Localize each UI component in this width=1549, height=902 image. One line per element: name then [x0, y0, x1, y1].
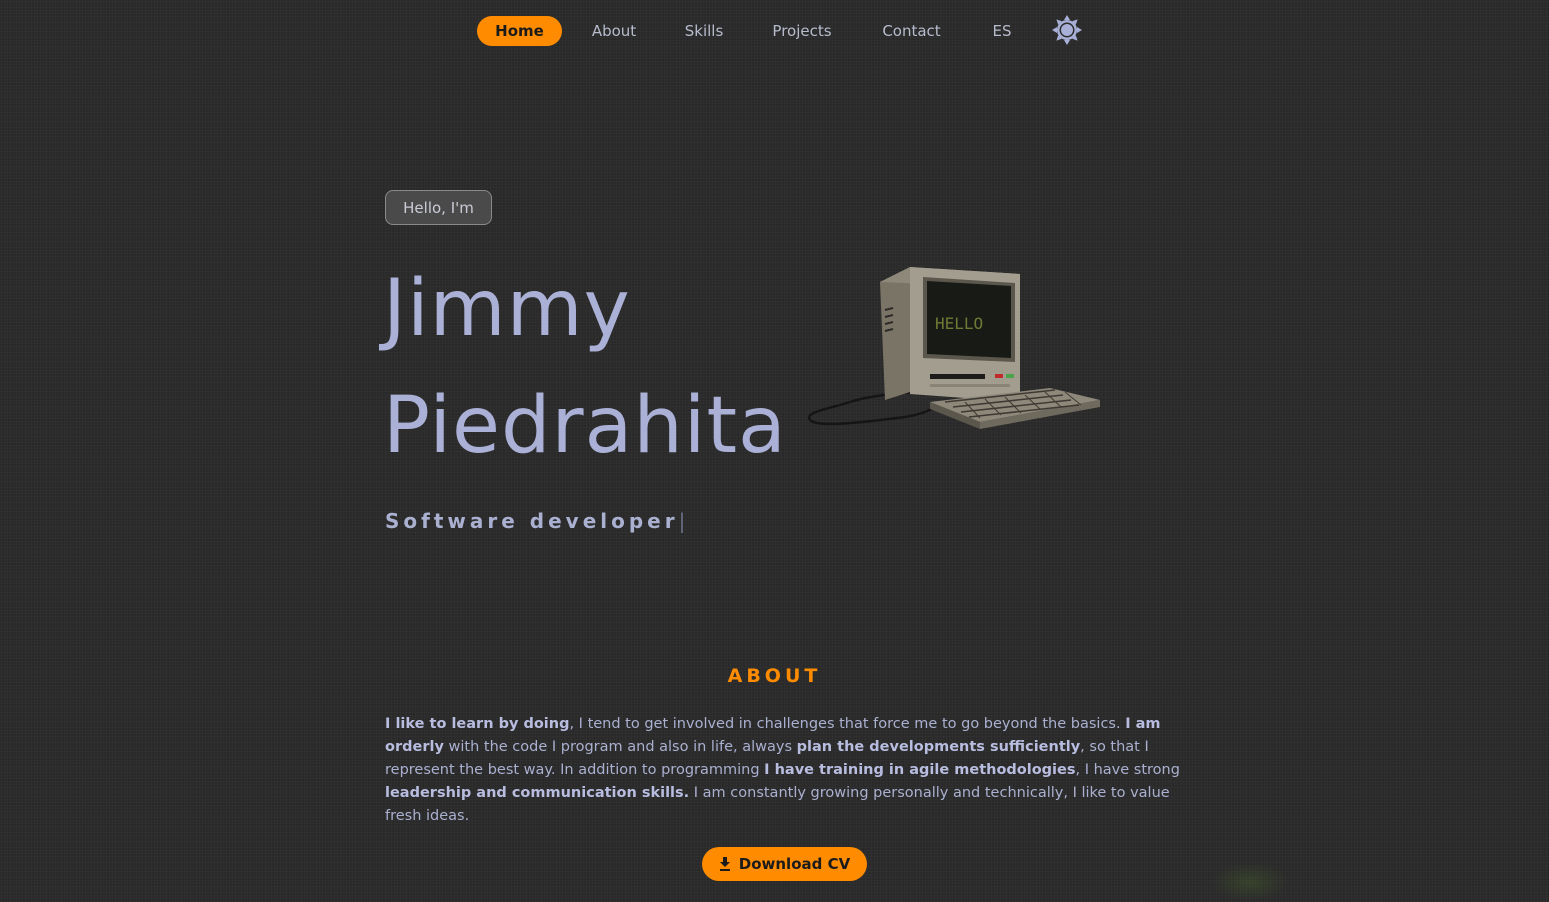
- download-cv-button[interactable]: Download CV: [702, 847, 867, 881]
- sun-icon[interactable]: [1051, 14, 1083, 46]
- decorative-glow: [1210, 862, 1290, 902]
- greeting-badge: Hello, I'm: [385, 190, 492, 225]
- about-text-segment: with the code I program and also in life…: [443, 739, 797, 755]
- main-nav: Home About Skills Projects Contact ES: [0, 16, 1549, 48]
- nav-home[interactable]: Home: [477, 16, 562, 46]
- nav-projects[interactable]: Projects: [762, 16, 842, 46]
- role-text: Software developer: [385, 509, 679, 533]
- about-paragraph: I like to learn by doing, I tend to get …: [385, 713, 1185, 828]
- about-highlight: plan the developments sufficiently: [796, 739, 1081, 755]
- hero-first-name: Jimmy: [383, 264, 631, 354]
- nav-about[interactable]: About: [580, 16, 648, 46]
- about-text-segment: , I tend to get involved in challenges t…: [569, 716, 1126, 732]
- about-highlight: leadership and communication skills.: [385, 785, 690, 801]
- typing-cursor: |: [678, 509, 686, 533]
- download-icon: [719, 857, 730, 871]
- nav-skills[interactable]: Skills: [674, 16, 734, 46]
- about-highlight: I like to learn by doing: [385, 716, 570, 732]
- about-section-title: ABOUT: [727, 665, 822, 687]
- retro-computer-icon: HELLO: [808, 267, 1100, 429]
- hero-last-name: Piedrahita: [383, 381, 787, 471]
- nav-language-toggle[interactable]: ES: [985, 16, 1019, 46]
- screen-text: HELLO: [935, 314, 983, 333]
- hero-role: Software developer|: [385, 509, 685, 533]
- about-text-segment: , I have strong: [1075, 762, 1180, 778]
- nav-contact[interactable]: Contact: [870, 16, 953, 46]
- about-highlight: I have training in agile methodologies: [764, 762, 1076, 778]
- download-cv-label: Download CV: [738, 855, 851, 873]
